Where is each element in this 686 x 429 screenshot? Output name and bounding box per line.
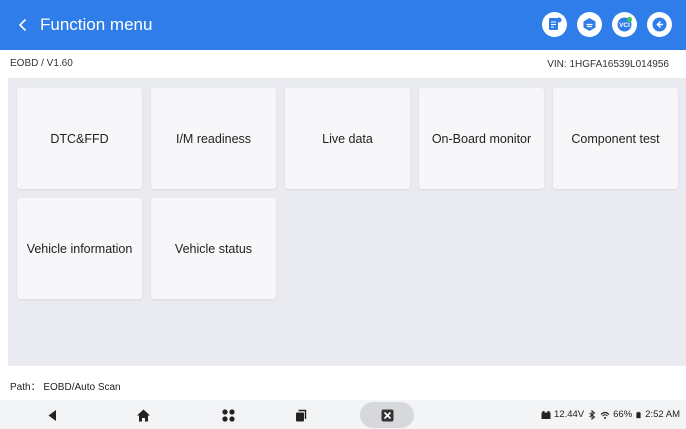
voltage-text: 12.44V xyxy=(554,409,585,420)
status-area: 12.44V 66% 2:52 AM xyxy=(541,409,680,420)
dtc-ffd-tile[interactable]: DTC&FFD xyxy=(17,88,142,189)
im-readiness-tile[interactable]: I/M readiness xyxy=(151,88,276,189)
svg-text:VCI: VCI xyxy=(619,22,630,29)
recents-icon xyxy=(296,409,307,421)
nav-apps-button[interactable] xyxy=(221,405,236,425)
vin-label: VIN: 1HGFA16539L014956 xyxy=(547,59,669,70)
page-title: Function menu xyxy=(40,15,153,34)
wifi-icon xyxy=(600,411,610,419)
chevron-left-icon xyxy=(18,18,27,32)
vci-connector-icon xyxy=(381,409,393,421)
vehicle-status-tile[interactable]: Vehicle status xyxy=(151,198,276,299)
exit-icon[interactable] xyxy=(647,12,672,37)
component-test-tile[interactable]: Component test xyxy=(553,88,678,189)
battery-icon xyxy=(636,411,641,418)
path-label: Path： EOBD/Auto Scan xyxy=(10,382,121,393)
battery-percent-text: 66% xyxy=(613,409,633,420)
report-icon[interactable] xyxy=(542,12,567,37)
vehicle-information-tile[interactable]: Vehicle information xyxy=(17,198,142,299)
vci-icon[interactable]: VCI xyxy=(612,12,637,37)
apps-icon xyxy=(222,408,235,422)
title-bar: Function menu VCI xyxy=(0,0,686,50)
nav-recents-button[interactable] xyxy=(293,405,308,425)
clock-text: 2:52 AM xyxy=(645,409,680,420)
info-bar: EOBD / V1.60 VIN: 1HGFA16539L014956 xyxy=(0,50,686,78)
version-label: EOBD / V1.60 xyxy=(10,58,73,69)
nav-vci-button[interactable] xyxy=(360,402,414,428)
on-board-monitor-tile[interactable]: On-Board monitor xyxy=(419,88,544,189)
bluetooth-icon xyxy=(589,409,596,420)
back-button[interactable] xyxy=(8,0,38,50)
function-panel: DTC&FFD I/M readiness Live data On-Board… xyxy=(8,78,686,366)
triangle-left-icon xyxy=(48,409,56,421)
home-icon xyxy=(137,409,150,421)
system-nav-bar: 12.44V 66% 2:52 AM xyxy=(0,400,686,429)
nav-back-button[interactable] xyxy=(45,405,60,425)
nav-home-button[interactable] xyxy=(136,405,151,425)
vehicle-icon[interactable] xyxy=(577,12,602,37)
car-battery-icon xyxy=(541,410,551,419)
live-data-tile[interactable]: Live data xyxy=(285,88,410,189)
